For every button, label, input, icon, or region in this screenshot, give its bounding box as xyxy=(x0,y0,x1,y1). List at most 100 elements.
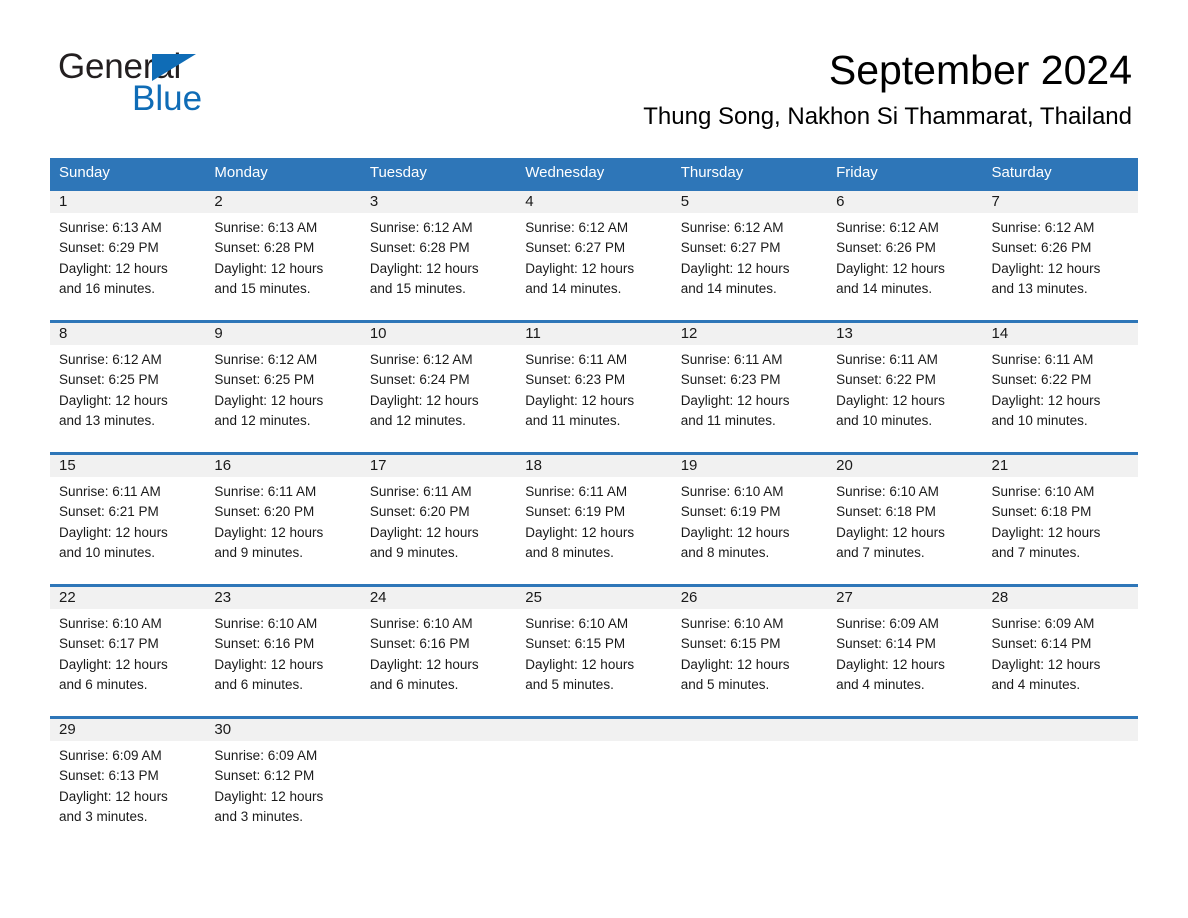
day-cell[interactable]: 10 Sunrise: 6:12 AM Sunset: 6:24 PM Dayl… xyxy=(361,323,516,452)
day-cell[interactable]: 27 Sunrise: 6:09 AM Sunset: 6:14 PM Dayl… xyxy=(827,587,982,716)
day-cell[interactable]: 30 Sunrise: 6:09 AM Sunset: 6:12 PM Dayl… xyxy=(205,719,360,836)
daylight-text-line1: Daylight: 12 hours xyxy=(525,656,635,672)
day-cell[interactable]: 3 Sunrise: 6:12 AM Sunset: 6:28 PM Dayli… xyxy=(361,191,516,320)
sunrise-text: Sunrise: 6:12 AM xyxy=(525,220,629,235)
daylight-text-line2: and 13 minutes. xyxy=(991,281,1088,297)
day-number: 3 xyxy=(369,193,379,210)
day-cell[interactable]: 11 Sunrise: 6:11 AM Sunset: 6:23 PM Dayl… xyxy=(516,323,671,452)
day-cell[interactable]: 24 Sunrise: 6:10 AM Sunset: 6:16 PM Dayl… xyxy=(361,587,516,716)
day-cell[interactable]: 6 Sunrise: 6:12 AM Sunset: 6:26 PM Dayli… xyxy=(827,191,982,320)
daylight-text-line2: and 14 minutes. xyxy=(525,281,622,297)
sunrise-text: Sunrise: 6:10 AM xyxy=(525,616,629,631)
day-cell[interactable]: 13 Sunrise: 6:11 AM Sunset: 6:22 PM Dayl… xyxy=(827,323,982,452)
day-number: 11 xyxy=(525,325,541,342)
day-number: 24 xyxy=(369,589,387,606)
day-cell[interactable]: 26 Sunrise: 6:10 AM Sunset: 6:15 PM Dayl… xyxy=(672,587,827,716)
day-cell[interactable]: 29 Sunrise: 6:09 AM Sunset: 6:13 PM Dayl… xyxy=(50,719,205,836)
daylight-text-line1: Daylight: 12 hours xyxy=(525,524,635,540)
daylight-text-line1: Daylight: 12 hours xyxy=(59,656,168,672)
weekday-header-row: Sunday Monday Tuesday Wednesday Thursday… xyxy=(50,158,1138,188)
day-info: Sunrise: 6:09 AM Sunset: 6:12 PM Dayligh… xyxy=(214,746,351,828)
day-cell[interactable]: 20 Sunrise: 6:10 AM Sunset: 6:18 PM Dayl… xyxy=(827,455,982,584)
day-cell-empty xyxy=(827,719,982,836)
daylight-text-line1: Daylight: 12 hours xyxy=(369,260,479,276)
sunset-text: Sunset: 6:18 PM xyxy=(836,504,936,520)
daylight-text-line1: Daylight: 12 hours xyxy=(369,656,479,672)
day-cell[interactable]: 23 Sunrise: 6:10 AM Sunset: 6:16 PM Dayl… xyxy=(205,587,360,716)
day-cell[interactable]: 22 Sunrise: 6:10 AM Sunset: 6:17 PM Dayl… xyxy=(50,587,205,716)
day-cell[interactable]: 15 Sunrise: 6:11 AM Sunset: 6:21 PM Dayl… xyxy=(50,455,205,584)
day-cell[interactable]: 25 Sunrise: 6:10 AM Sunset: 6:15 PM Dayl… xyxy=(516,587,671,716)
sunset-text: Sunset: 6:28 PM xyxy=(369,240,470,256)
daylight-text-line1: Daylight: 12 hours xyxy=(214,260,324,276)
daylight-text-line1: Daylight: 12 hours xyxy=(525,392,635,408)
sunset-text: Sunset: 6:21 PM xyxy=(59,504,159,520)
sunrise-text: Sunrise: 6:09 AM xyxy=(991,616,1095,631)
daylight-text-line1: Daylight: 12 hours xyxy=(59,392,168,408)
sunrise-text: Sunrise: 6:12 AM xyxy=(369,220,473,235)
day-number: 15 xyxy=(59,457,76,474)
day-info: Sunrise: 6:11 AM Sunset: 6:19 PM Dayligh… xyxy=(525,482,662,564)
sunset-text: Sunset: 6:17 PM xyxy=(59,636,159,652)
sunrise-text: Sunrise: 6:11 AM xyxy=(680,352,783,367)
day-cell[interactable]: 19 Sunrise: 6:10 AM Sunset: 6:19 PM Dayl… xyxy=(672,455,827,584)
day-info: Sunrise: 6:11 AM Sunset: 6:20 PM Dayligh… xyxy=(214,482,351,564)
day-number: 4 xyxy=(525,193,534,210)
day-info: Sunrise: 6:12 AM Sunset: 6:24 PM Dayligh… xyxy=(370,350,507,432)
generalblue-logo[interactable]: General Blue xyxy=(58,48,318,118)
sunset-text: Sunset: 6:26 PM xyxy=(991,240,1092,256)
day-cell[interactable]: 17 Sunrise: 6:11 AM Sunset: 6:20 PM Dayl… xyxy=(361,455,516,584)
day-cell[interactable]: 8 Sunrise: 6:12 AM Sunset: 6:25 PM Dayli… xyxy=(50,323,205,452)
day-cell[interactable]: 5 Sunrise: 6:12 AM Sunset: 6:27 PM Dayli… xyxy=(672,191,827,320)
sunset-text: Sunset: 6:18 PM xyxy=(991,504,1092,520)
day-info: Sunrise: 6:11 AM Sunset: 6:22 PM Dayligh… xyxy=(992,350,1129,432)
sunset-text: Sunset: 6:16 PM xyxy=(369,636,470,652)
sunrise-text: Sunrise: 6:10 AM xyxy=(214,616,318,631)
day-cell[interactable]: 4 Sunrise: 6:12 AM Sunset: 6:27 PM Dayli… xyxy=(516,191,671,320)
daylight-text-line2: and 11 minutes. xyxy=(525,413,621,429)
daylight-text-line2: and 4 minutes. xyxy=(991,677,1081,693)
day-cell[interactable]: 14 Sunrise: 6:11 AM Sunset: 6:22 PM Dayl… xyxy=(983,323,1138,452)
sunset-text: Sunset: 6:16 PM xyxy=(214,636,315,652)
sunrise-text: Sunrise: 6:09 AM xyxy=(836,616,939,631)
daylight-text-line1: Daylight: 12 hours xyxy=(680,524,790,540)
day-cell[interactable]: 2 Sunrise: 6:13 AM Sunset: 6:28 PM Dayli… xyxy=(205,191,360,320)
day-info: Sunrise: 6:09 AM Sunset: 6:14 PM Dayligh… xyxy=(992,614,1129,696)
daylight-text-line2: and 15 minutes. xyxy=(214,281,311,297)
sunrise-text: Sunrise: 6:13 AM xyxy=(214,220,318,235)
day-cell[interactable]: 21 Sunrise: 6:10 AM Sunset: 6:18 PM Dayl… xyxy=(983,455,1138,584)
day-cell[interactable]: 12 Sunrise: 6:11 AM Sunset: 6:23 PM Dayl… xyxy=(672,323,827,452)
sunset-text: Sunset: 6:25 PM xyxy=(214,372,315,388)
daylight-text-line2: and 3 minutes. xyxy=(59,809,148,825)
sunset-text: Sunset: 6:27 PM xyxy=(525,240,626,256)
daylight-text-line2: and 5 minutes. xyxy=(525,677,614,693)
day-info: Sunrise: 6:12 AM Sunset: 6:26 PM Dayligh… xyxy=(992,218,1129,300)
day-number: 27 xyxy=(836,589,853,606)
day-number: 5 xyxy=(680,193,690,210)
day-cell[interactable]: 1 Sunrise: 6:13 AM Sunset: 6:29 PM Dayli… xyxy=(50,191,205,320)
sunset-text: Sunset: 6:22 PM xyxy=(836,372,936,388)
day-cell-empty xyxy=(672,719,827,836)
weekday-header-friday: Friday xyxy=(836,164,878,181)
daylight-text-line1: Daylight: 12 hours xyxy=(991,260,1101,276)
daylight-text-line1: Daylight: 12 hours xyxy=(59,524,168,540)
sunrise-text: Sunrise: 6:12 AM xyxy=(836,220,939,235)
day-cell[interactable]: 16 Sunrise: 6:11 AM Sunset: 6:20 PM Dayl… xyxy=(205,455,360,584)
day-number: 6 xyxy=(836,193,845,210)
day-number: 19 xyxy=(680,457,698,474)
daylight-text-line1: Daylight: 12 hours xyxy=(214,656,324,672)
day-cell[interactable]: 7 Sunrise: 6:12 AM Sunset: 6:26 PM Dayli… xyxy=(983,191,1138,320)
daylight-text-line1: Daylight: 12 hours xyxy=(214,788,324,804)
daylight-text-line1: Daylight: 12 hours xyxy=(369,524,479,540)
sunrise-text: Sunrise: 6:11 AM xyxy=(369,484,472,499)
day-number: 13 xyxy=(836,325,853,342)
sunrise-text: Sunrise: 6:09 AM xyxy=(214,748,318,763)
day-cell[interactable]: 9 Sunrise: 6:12 AM Sunset: 6:25 PM Dayli… xyxy=(205,323,360,452)
day-cell[interactable]: 18 Sunrise: 6:11 AM Sunset: 6:19 PM Dayl… xyxy=(516,455,671,584)
daylight-text-line2: and 7 minutes. xyxy=(991,545,1081,561)
daylight-text-line1: Daylight: 12 hours xyxy=(369,392,479,408)
day-number: 29 xyxy=(59,721,76,738)
day-cell[interactable]: 28 Sunrise: 6:09 AM Sunset: 6:14 PM Dayl… xyxy=(983,587,1138,716)
page-title: September 2024 xyxy=(828,47,1132,93)
daylight-text-line2: and 5 minutes. xyxy=(680,677,770,693)
